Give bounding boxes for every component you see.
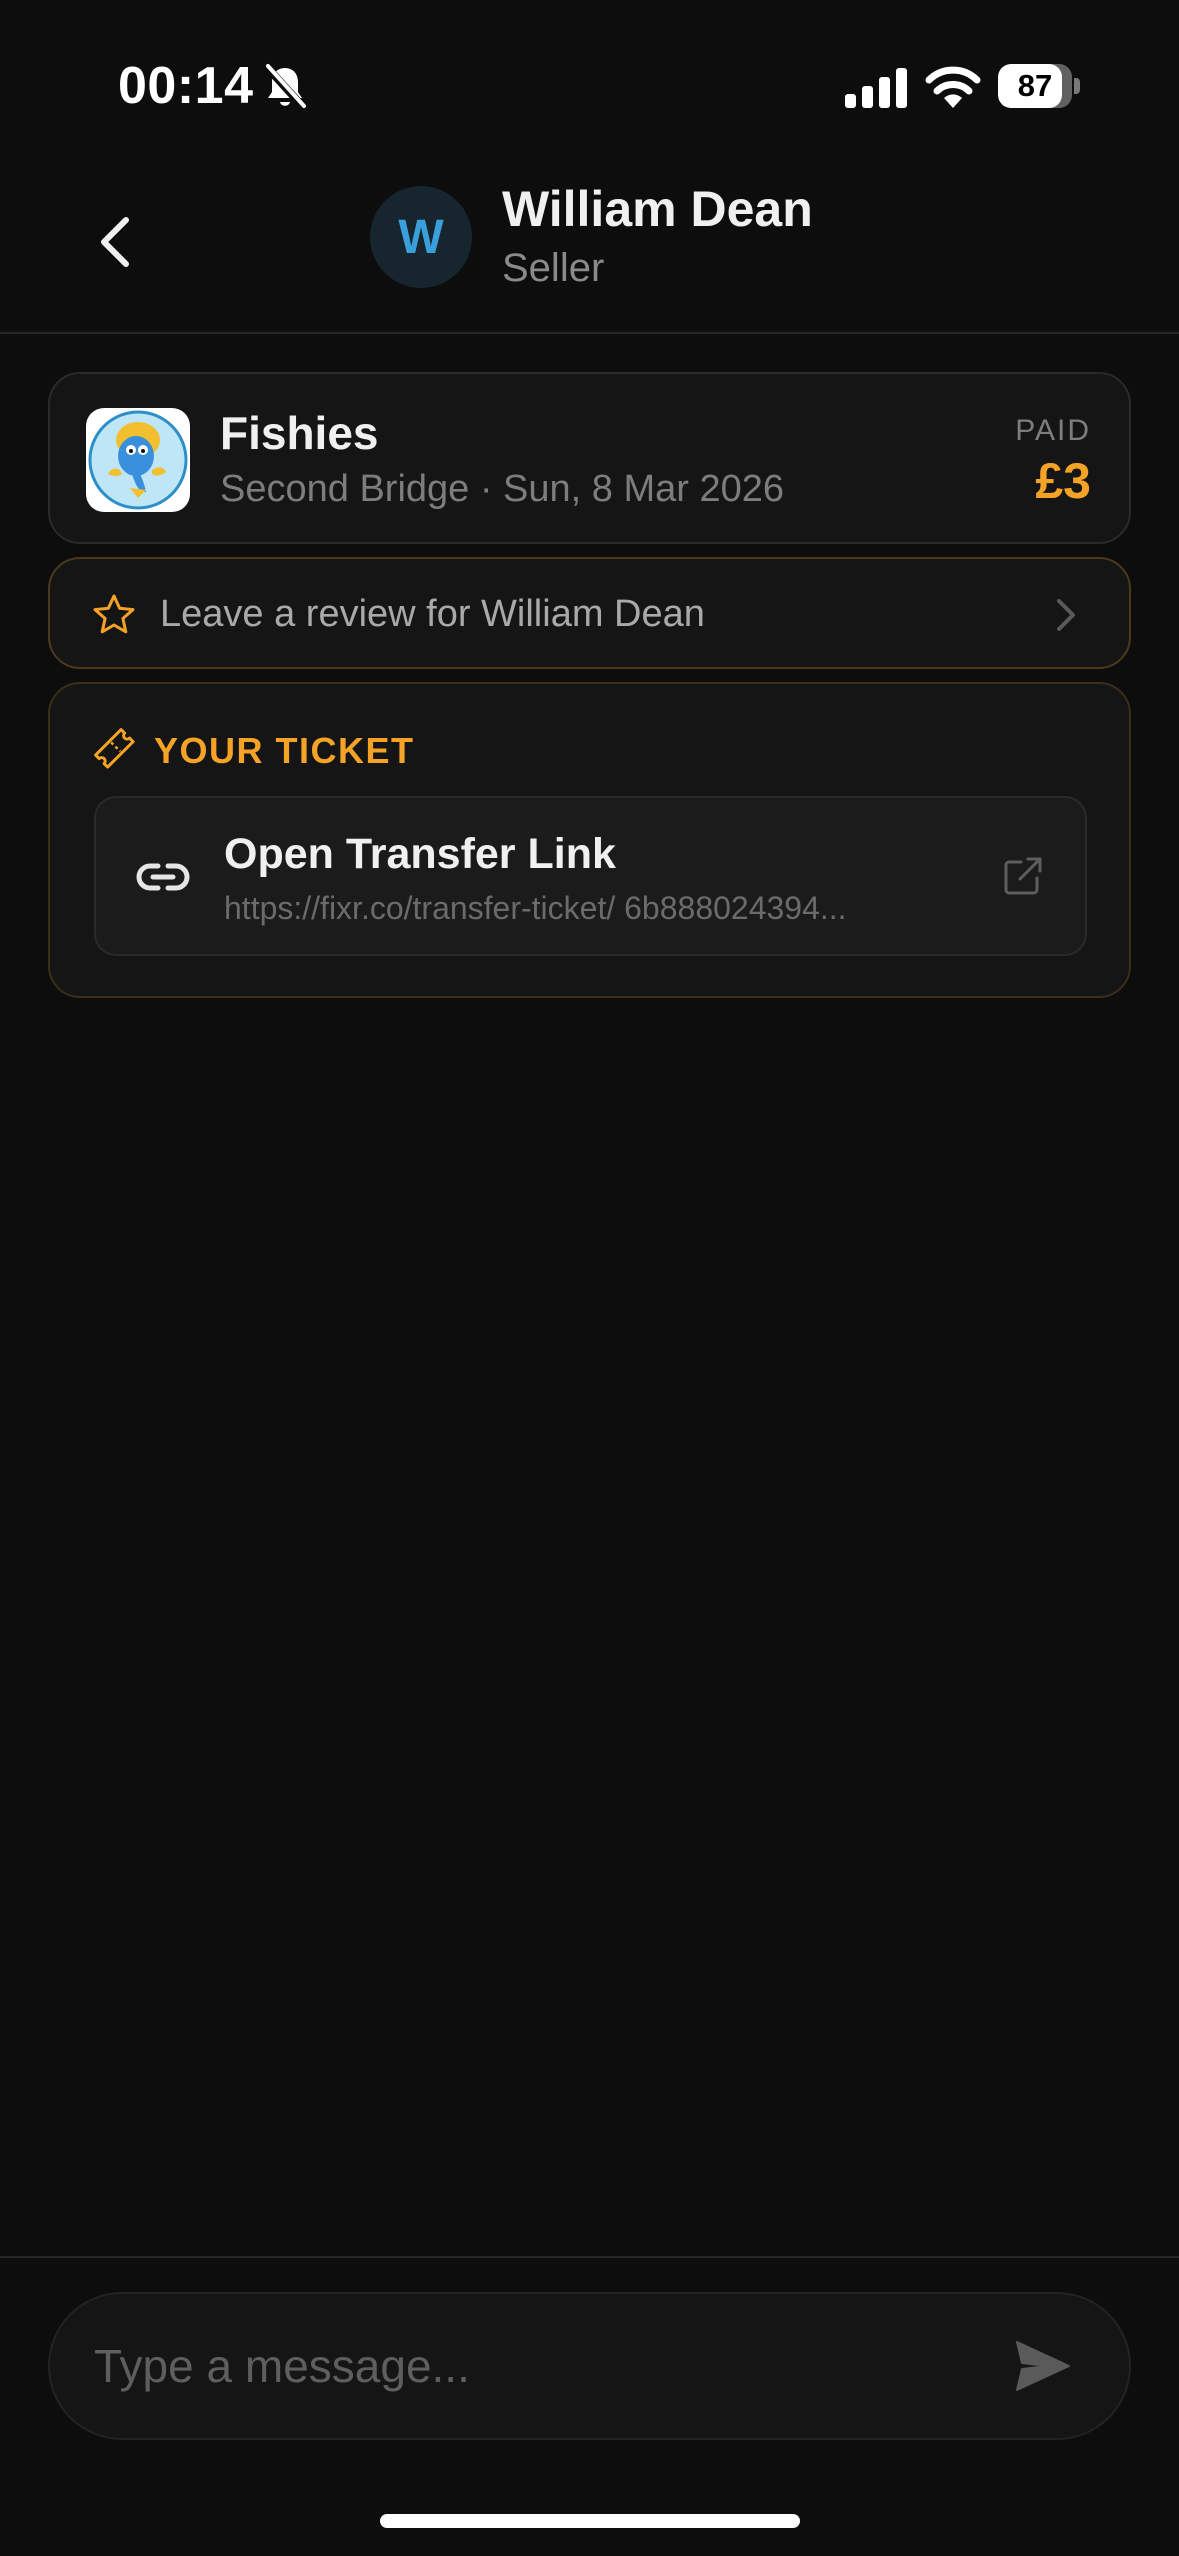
event-image (86, 408, 190, 512)
transfer-link-title: Open Transfer Link (224, 830, 616, 878)
event-subtitle: Second Bridge · Sun, 8 Mar 2026 (220, 468, 785, 510)
mute-icon (263, 63, 307, 111)
back-button[interactable] (80, 202, 150, 282)
ticket-section-label: YOUR TICKET (154, 730, 415, 771)
leave-review-button[interactable]: Leave a review for William Dean (48, 557, 1131, 669)
link-icon (136, 863, 190, 891)
paid-label: PAID (1015, 414, 1091, 447)
status-bar: 00:14 87 (0, 0, 1179, 150)
star-icon (93, 594, 135, 634)
message-input[interactable] (94, 2294, 994, 2438)
signal-icon (845, 68, 907, 108)
back-chevron-icon (101, 217, 129, 267)
contact-name[interactable]: William Dean (502, 180, 813, 238)
status-time: 00:14 (118, 57, 254, 115)
message-box (48, 2292, 1131, 2440)
review-label: Leave a review for William Dean (160, 593, 705, 635)
event-title: Fishies (220, 407, 379, 459)
ticket-card: YOUR TICKET Open Transfer Link https://f… (48, 682, 1131, 998)
event-card[interactable]: Fishies Second Bridge · Sun, 8 Mar 2026 … (48, 372, 1131, 544)
home-indicator[interactable] (380, 2514, 800, 2528)
paid-amount: £3 (1035, 453, 1091, 509)
contact-role: Seller (502, 246, 605, 290)
chat-screen: 00:14 87 W William Dean Seller Fishies S… (0, 0, 1179, 2556)
wifi-icon (925, 66, 981, 108)
chevron-right-icon (1057, 599, 1075, 631)
open-transfer-link-button[interactable]: Open Transfer Link https://fixr.co/trans… (94, 796, 1087, 956)
external-link-icon (1004, 857, 1042, 895)
chat-header: W William Dean Seller (0, 150, 1179, 334)
avatar[interactable]: W (370, 186, 472, 288)
message-composer (0, 2256, 1179, 2556)
battery-indicator: 87 (998, 64, 1080, 108)
ticket-icon (94, 728, 135, 769)
send-icon[interactable] (1013, 2338, 1073, 2394)
battery-level: 87 (1017, 68, 1053, 103)
transfer-link-url: https://fixr.co/transfer-ticket/ 6b88802… (224, 890, 847, 926)
